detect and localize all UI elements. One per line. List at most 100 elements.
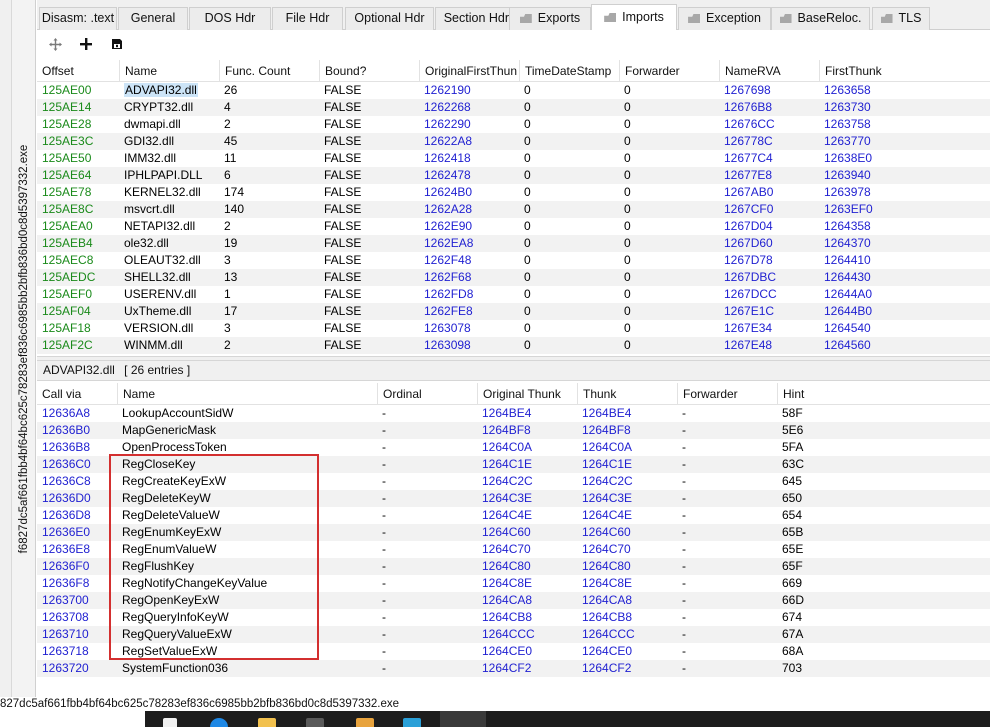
table-row[interactable]: 12636D8 RegDeleteValueW - 1264C4E 1264C4E - 65…: [37, 507, 990, 524]
app-icon-3[interactable]: [403, 718, 421, 727]
tab-tls[interactable]: TLS: [872, 7, 930, 30]
tab-exception[interactable]: Exception: [678, 7, 771, 30]
cell-value: 17: [224, 304, 238, 318]
cell-value: 0: [524, 168, 531, 182]
table-cell: dwmapi.dll: [119, 116, 219, 133]
cell-value: 1262FE8: [424, 304, 473, 318]
table-row[interactable]: 125AF18 VERSION.dll 3 FALSE 1263078 0 0 1267E34…: [37, 320, 990, 337]
table-row[interactable]: 12636E0 RegEnumKeyExW - 1264C60 1264C60 - 65B: [37, 524, 990, 541]
cell-value: 12644A0: [824, 287, 873, 301]
table-cell: -: [382, 440, 386, 454]
table-row[interactable]: 125AF04 UxTheme.dll 17 FALSE 1262FE8 0 0 1267E1…: [37, 303, 990, 320]
table-row[interactable]: 1263710 RegQueryValueExW - 1264CCC 1264CCC - 6…: [37, 626, 990, 643]
table-row[interactable]: 12636C8 RegCreateKeyExW - 1264C2C 1264C2C - 64…: [37, 473, 990, 490]
table-cell: 1262F68: [419, 269, 519, 286]
move-icon[interactable]: [45, 34, 65, 54]
column-header[interactable]: Hint: [777, 383, 990, 405]
table-cell: 125AF04: [37, 303, 119, 320]
table-row[interactable]: 1263720 SystemFunction036 - 1264CF2 1264CF2 -…: [37, 660, 990, 677]
folder-icon: [688, 14, 701, 23]
table-row[interactable]: 125AE8C msvcrt.dll 140 FALSE 1262A28 0 0 1267CF…: [37, 201, 990, 218]
table-row[interactable]: 125AEF0 USERENV.dll 1 FALSE 1262FD8 0 0 1267DCC…: [37, 286, 990, 303]
column-header[interactable]: Bound?: [319, 60, 419, 82]
cell-value: 1262EA8: [424, 236, 474, 250]
column-header[interactable]: Name: [119, 60, 219, 82]
column-header[interactable]: NameRVA: [719, 60, 819, 82]
table-row[interactable]: 125AEDC SHELL32.dll 13 FALSE 1262F68 0 0 1267DB…: [37, 269, 990, 286]
task-view-icon[interactable]: [163, 718, 177, 727]
app-icon-2[interactable]: [356, 718, 374, 727]
column-header[interactable]: Call via: [37, 383, 117, 405]
table-cell: 1264560: [819, 337, 990, 354]
table-row[interactable]: 1263700 RegOpenKeyExW - 1264CA8 1264CA8 - 66D: [37, 592, 990, 609]
table-row[interactable]: 12636F8 RegNotifyChangeKeyValue - 1264C8E 12…: [37, 575, 990, 592]
table-row[interactable]: 125AE3C GDI32.dll 45 FALSE 12622A8 0 0 126778C 1…: [37, 133, 990, 150]
column-header[interactable]: Original Thunk: [477, 383, 577, 405]
imports-table-header: Offset Name Func. Count Bound? OriginalFirst…: [37, 60, 990, 82]
tab-optional-hdr[interactable]: Optional Hdr: [345, 7, 434, 30]
cell-value: 2: [224, 338, 231, 352]
cell-value: 0: [624, 287, 631, 301]
column-header[interactable]: FirstThunk: [819, 60, 990, 82]
table-row[interactable]: 1263718 RegSetValueExW - 1264CE0 1264CE0 - 68A: [37, 643, 990, 660]
edge-icon[interactable]: [210, 718, 228, 727]
table-row[interactable]: 125AF2C WINMM.dll 2 FALSE 1263098 0 0 1267E48 12…: [37, 337, 990, 354]
tab-imports[interactable]: Imports: [591, 4, 677, 31]
column-header[interactable]: OriginalFirstThun: [419, 60, 519, 82]
column-header[interactable]: Thunk: [577, 383, 677, 405]
file-name-label[interactable]: f6827dc5af661fbb4bf64bc625c78283ef836c69…: [18, 144, 30, 553]
table-cell: 1264C0A: [482, 440, 533, 454]
table-row[interactable]: 12636B8 OpenProcessToken - 1264C0A 1264C0A - 5…: [37, 439, 990, 456]
file-explorer-icon[interactable]: [258, 718, 276, 727]
table-row[interactable]: 12636B0 MapGenericMask - 1264BF8 1264BF8 - 5E6: [37, 422, 990, 439]
add-button[interactable]: [76, 34, 96, 54]
table-cell: 1263710: [42, 627, 89, 641]
tab-general[interactable]: General: [118, 7, 188, 30]
column-header[interactable]: Name: [117, 383, 377, 405]
column-header[interactable]: Ordinal: [377, 383, 477, 405]
table-row[interactable]: 125AE14 CRYPT32.dll 4 FALSE 1262268 0 0 12676B8…: [37, 99, 990, 116]
table-cell: 125AE28: [37, 116, 119, 133]
table-row[interactable]: 1263708 RegQueryInfoKeyW - 1264CB8 1264CB8 - 6…: [37, 609, 990, 626]
tab-disasm-text[interactable]: Disasm: .text: [39, 7, 117, 30]
app-icon[interactable]: [306, 718, 324, 727]
column-header[interactable]: Forwarder: [619, 60, 719, 82]
tab-exports[interactable]: Exports: [509, 7, 591, 30]
tab-dos-hdr[interactable]: DOS Hdr: [189, 7, 271, 30]
table-row[interactable]: 12636E8 RegEnumValueW - 1264C70 1264C70 - 65E: [37, 541, 990, 558]
table-row[interactable]: 12636A8 LookupAccountSidW - 1264BE4 1264BE4 -…: [37, 405, 990, 422]
table-row[interactable]: 125AEC8 OLEAUT32.dll 3 FALSE 1262F48 0 0 1267D7…: [37, 252, 990, 269]
tab-basereloc[interactable]: BaseReloc.: [771, 7, 870, 30]
column-header[interactable]: Func. Count: [219, 60, 319, 82]
table-row[interactable]: 125AEA0 NETAPI32.dll 2 FALSE 1262E90 0 0 1267D0…: [37, 218, 990, 235]
table-cell: -: [382, 576, 386, 590]
table-cell: 0: [619, 252, 719, 269]
save-button[interactable]: [107, 34, 127, 54]
cell-value: 140: [224, 202, 245, 216]
column-header[interactable]: Offset: [37, 60, 119, 82]
function-name: SystemFunction036: [122, 661, 229, 675]
table-cell: 5E6: [782, 423, 804, 437]
table-row[interactable]: 125AE00 ADVAPI32.dll 26 FALSE 1262190 0 0 12676…: [37, 82, 990, 99]
column-header[interactable]: TimeDateStamp: [519, 60, 619, 82]
table-row[interactable]: 125AE50 IMM32.dll 11 FALSE 1262418 0 0 12677C4 1…: [37, 150, 990, 167]
column-header[interactable]: Forwarder: [677, 383, 777, 405]
table-row[interactable]: 12636D0 RegDeleteKeyW - 1264C3E 1264C3E - 650: [37, 490, 990, 507]
table-row[interactable]: 125AE64 IPHLPAPI.DLL 6 FALSE 1262478 0 0 12677E…: [37, 167, 990, 184]
table-cell: -: [382, 457, 386, 471]
table-row[interactable]: 125AE28 dwmapi.dll 2 FALSE 1262290 0 0 12676CC 1…: [37, 116, 990, 133]
table-cell: -: [682, 542, 686, 556]
table-row[interactable]: 125AE78 KERNEL32.dll 174 FALSE 12624B0 0 0 1267…: [37, 184, 990, 201]
table-row[interactable]: 12636F0 RegFlushKey - 1264C80 1264C80 - 65F: [37, 558, 990, 575]
table-cell: 125AE78: [37, 184, 119, 201]
table-cell: FALSE: [319, 201, 419, 218]
active-app-button[interactable]: [440, 711, 486, 727]
table-row[interactable]: 125AEB4 ole32.dll 19 FALSE 1262EA8 0 0 1267D60 1…: [37, 235, 990, 252]
table-row[interactable]: 12636C0 RegCloseKey - 1264C1E 1264C1E - 63C: [37, 456, 990, 473]
tab-file-hdr[interactable]: File Hdr: [272, 7, 343, 30]
table-cell: -: [382, 406, 386, 420]
file-tree-panel[interactable]: f6827dc5af661fbb4bf64bc625c78283ef836c69…: [12, 0, 36, 697]
table-cell: 1267E1C: [719, 303, 819, 320]
table-cell: 1267CF0: [719, 201, 819, 218]
dll-name: ADVAPI32.dll: [124, 83, 198, 97]
